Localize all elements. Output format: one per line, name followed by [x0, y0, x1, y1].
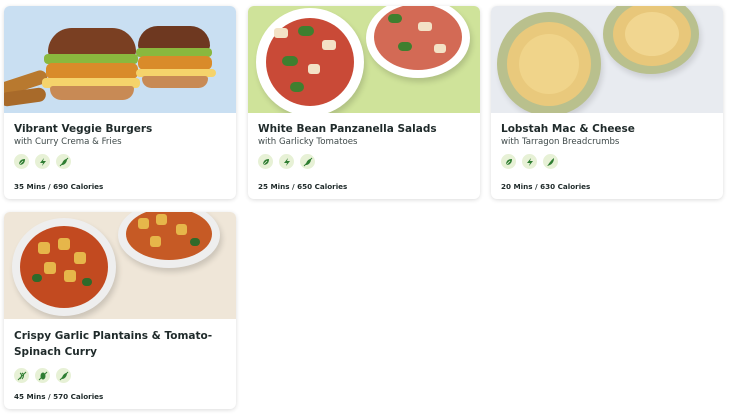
recipe-meta: 35 Mins / 690 Calories	[14, 182, 104, 191]
recipe-subtitle: with Garlicky Tomatoes	[258, 137, 358, 147]
quick-icon	[35, 154, 50, 169]
recipe-image-lobstah-mac	[491, 6, 723, 113]
recipe-tags	[258, 154, 470, 169]
quick-icon	[279, 154, 294, 169]
recipe-card-plantains-curry[interactable]: Crispy Garlic Plantains & Tomato-Spinach…	[4, 212, 236, 409]
recipe-image-veggie-burgers	[4, 6, 236, 113]
recipe-subtitle: with Curry Crema & Fries	[14, 137, 122, 147]
recipe-title[interactable]: Vibrant Veggie Burgers	[14, 122, 226, 136]
recipe-meta: 25 Mins / 650 Calories	[258, 182, 348, 191]
recipe-meta: 45 Mins / 570 Calories	[14, 392, 104, 401]
recipe-image-plantains-curry	[4, 212, 236, 319]
dairy-free-icon	[300, 154, 315, 169]
vegan-icon	[501, 154, 516, 169]
vegan-icon	[258, 154, 273, 169]
recipe-title[interactable]: White Bean Panzanella Salads	[258, 122, 470, 136]
recipe-tags	[501, 154, 713, 169]
gluten-free-icon	[14, 368, 29, 383]
recipe-title[interactable]: Crispy Garlic Plantains & Tomato-Spinach…	[14, 328, 226, 360]
recipe-card-lobstah-mac[interactable]: Lobstah Mac & Cheese with Tarragon Bread…	[491, 6, 723, 199]
dairy-free-icon	[56, 368, 71, 383]
recipe-card-veggie-burgers[interactable]: Vibrant Veggie Burgers with Curry Crema …	[4, 6, 236, 199]
recipe-image-panzanella	[248, 6, 480, 113]
recipe-subtitle: with Tarragon Breadcrumbs	[501, 137, 620, 147]
recipe-title[interactable]: Lobstah Mac & Cheese	[501, 122, 713, 136]
quick-icon	[522, 154, 537, 169]
recipe-meta: 20 Mins / 630 Calories	[501, 182, 591, 191]
pescatarian-icon	[543, 154, 558, 169]
recipe-card-panzanella[interactable]: White Bean Panzanella Salads with Garlic…	[248, 6, 480, 199]
dairy-free-icon	[56, 154, 71, 169]
vegan-icon	[14, 154, 29, 169]
recipe-tags	[14, 154, 226, 169]
nut-free-icon	[35, 368, 50, 383]
recipe-tags	[14, 368, 226, 383]
